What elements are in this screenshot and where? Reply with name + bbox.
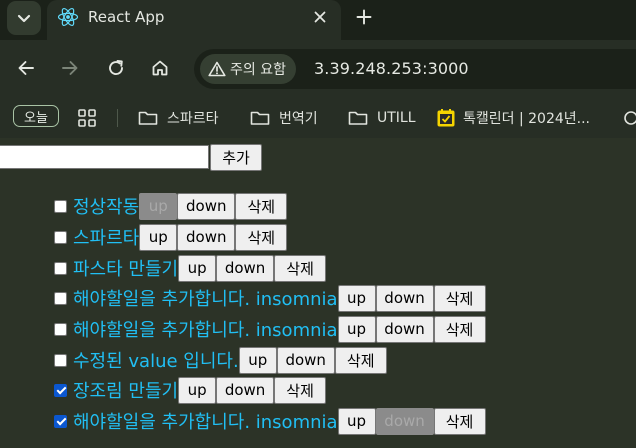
reload-icon[interactable] (98, 50, 134, 86)
todo-text: 해야할일을 추가합니다. insomnia (73, 412, 338, 433)
delete-button[interactable]: 삭제 (433, 284, 486, 312)
move-up-button[interactable]: up (337, 407, 376, 435)
tab-title: React App (88, 8, 165, 26)
bookmark-translator[interactable]: 번역기 (250, 104, 318, 132)
overflow-icon[interactable] (624, 104, 636, 132)
todo-checkbox[interactable] (54, 230, 67, 244)
home-icon[interactable] (142, 50, 178, 86)
apps-grid-icon[interactable] (77, 104, 97, 132)
delete-button[interactable]: 삭제 (235, 192, 288, 220)
move-up-button[interactable]: up (178, 376, 217, 404)
omnibox[interactable]: 주의 요함 3.39.248.253:3000 (194, 49, 636, 89)
new-tab-icon[interactable] (352, 5, 376, 29)
browser-toolbar: 주의 요함 3.39.248.253:3000 (0, 40, 636, 98)
todo-input[interactable] (0, 145, 209, 169)
close-icon[interactable] (309, 6, 331, 28)
move-down-button[interactable]: down (375, 284, 434, 312)
todo-item: 해야할일을 추가합니다. insomnia up down 삭제 (54, 406, 486, 436)
calendar-icon (437, 109, 455, 127)
todo-checkbox[interactable] (54, 261, 67, 275)
tab-active[interactable]: React App (47, 0, 341, 40)
tab-strip: React App (0, 0, 636, 40)
chevron-down-icon (17, 9, 31, 28)
delete-button[interactable]: 삭제 (334, 346, 387, 374)
warning-icon (208, 61, 226, 77)
security-chip[interactable]: 주의 요함 (200, 54, 296, 84)
folder-icon (250, 110, 270, 126)
bookmark-label: 번역기 (279, 111, 318, 127)
today-chip[interactable]: 오늘 (13, 105, 59, 127)
todo-text: 정상작동 (73, 197, 140, 218)
todo-text: 수정된 value 입니다. (73, 351, 239, 372)
todo-item: 정상작동 up down 삭제 (54, 191, 288, 221)
add-button[interactable]: 추가 (210, 144, 262, 171)
todo-item: 장조림 만들기 up down 삭제 (54, 375, 327, 405)
bookmark-label: 스파르타 (167, 111, 219, 127)
todo-text: 해야할일을 추가합니다. insomnia (73, 289, 338, 310)
move-up-button[interactable]: up (337, 315, 376, 343)
move-down-button[interactable]: down (177, 223, 236, 251)
move-down-button[interactable]: down (216, 376, 275, 404)
delete-button[interactable]: 삭제 (433, 315, 486, 343)
todo-item: 해야할일을 추가합니다. insomnia up down 삭제 (54, 314, 486, 344)
todo-checkbox[interactable] (54, 199, 67, 213)
delete-button[interactable]: 삭제 (433, 407, 486, 435)
move-down-button[interactable]: down (177, 192, 236, 220)
bookmark-sparta[interactable]: 스파르타 (138, 104, 219, 132)
todo-text: 장조림 만들기 (73, 381, 179, 402)
todo-item: 파스타 만들기 up down 삭제 (54, 253, 327, 283)
move-down-button[interactable]: down (216, 254, 275, 282)
move-up-button[interactable]: up (139, 223, 178, 251)
move-up-button[interactable]: up (139, 192, 178, 220)
page-viewport: 추가 정상작동 up down 삭제 스파르타 up down 삭제 파스타 만들기 up down… (0, 138, 636, 448)
delete-button[interactable]: 삭제 (235, 223, 288, 251)
bookmarks-bar: 오늘 스파르타 번역기 UTILL 톡캘린더 | 2024년... (0, 98, 636, 138)
move-up-button[interactable]: up (238, 346, 277, 374)
security-label: 주의 요함 (230, 62, 286, 78)
todo-checkbox[interactable] (54, 353, 67, 367)
todo-text: 스파르타 (73, 228, 140, 249)
todo-checkbox[interactable] (54, 291, 67, 305)
tab-search-button[interactable] (7, 1, 41, 35)
todo-checkbox[interactable] (54, 322, 67, 336)
move-up-button[interactable]: up (178, 254, 217, 282)
bookmark-label: 톡캘린더 | 2024년... (463, 111, 590, 127)
delete-button[interactable]: 삭제 (274, 376, 327, 404)
bookmark-label: UTILL (377, 110, 416, 126)
todo-item: 수정된 value 입니다. up down 삭제 (54, 345, 387, 375)
folder-icon (138, 110, 158, 126)
bookmark-talk-calendar[interactable]: 톡캘린더 | 2024년... (437, 104, 590, 132)
move-down-button[interactable]: down (375, 407, 434, 435)
todo-text: 파스타 만들기 (73, 259, 179, 280)
bookmark-separator (117, 109, 118, 127)
react-logo-icon (57, 6, 79, 28)
todo-text: 해야할일을 추가합니다. insomnia (73, 320, 338, 341)
todo-item: 스파르타 up down 삭제 (54, 222, 288, 252)
back-arrow-icon[interactable] (8, 50, 44, 86)
address-url[interactable]: 3.39.248.253:3000 (314, 59, 469, 78)
todo-checkbox[interactable] (54, 414, 67, 428)
move-down-button[interactable]: down (276, 346, 335, 374)
todo-item: 해야할일을 추가합니다. insomnia up down 삭제 (54, 283, 486, 313)
forward-arrow-icon[interactable] (52, 50, 88, 86)
move-down-button[interactable]: down (375, 315, 434, 343)
bookmark-utill[interactable]: UTILL (348, 104, 416, 132)
delete-button[interactable]: 삭제 (274, 254, 327, 282)
folder-icon (348, 110, 368, 126)
todo-checkbox[interactable] (54, 383, 67, 397)
move-up-button[interactable]: up (337, 284, 376, 312)
